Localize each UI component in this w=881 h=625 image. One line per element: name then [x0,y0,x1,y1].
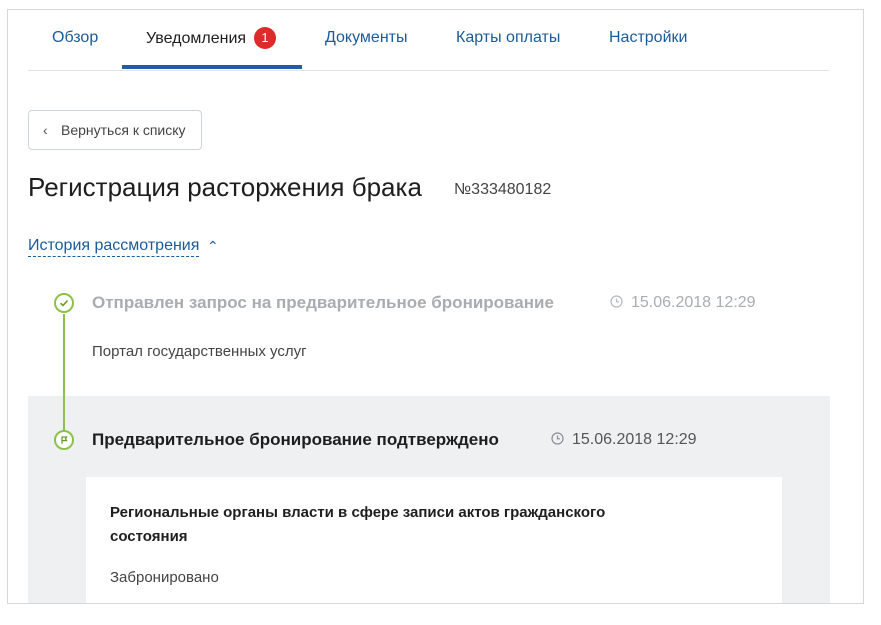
event-timestamp: 15.06.2018 12:29 [551,431,697,450]
back-to-list-button[interactable]: ‹ Вернуться к списку [28,110,202,150]
organization-name: Региональные органы власти в сфере запис… [110,504,606,545]
event-time-text: 15.06.2018 12:29 [572,431,697,448]
event-time-text: 15.06.2018 12:29 [631,294,756,311]
history-toggle-link[interactable]: История рассмотрения [28,236,200,257]
tab-payment-cards[interactable]: Карты оплаты [456,28,560,48]
tab-documents[interactable]: Документы [325,28,407,48]
tab-notifications[interactable]: Уведомления 1 [146,27,277,50]
tab-notifications-label: Уведомления [146,30,247,48]
tab-bar: Обзор Уведомления 1 Документы Карты оплат… [28,10,829,71]
page-frame: Обзор Уведомления 1 Документы Карты оплат… [7,9,864,604]
event-title: Отправлен запрос на предварительное брон… [92,293,554,312]
notification-count-badge: 1 [254,27,277,49]
timeline-line [63,314,65,434]
clock-icon [551,432,564,450]
chevron-left-icon: ‹ [43,122,48,138]
page-title: Регистрация расторжения брака [28,172,422,202]
tab-settings[interactable]: Настройки [609,28,687,48]
tab-overview[interactable]: Обзор [52,28,98,48]
active-tab-indicator [122,65,302,69]
chevron-up-icon[interactable]: ⌃ [207,236,219,256]
event-detail-card: Региональные органы власти в сфере запис… [86,477,782,603]
event-source: Портал государственных услуг [92,343,307,360]
flag-icon [54,430,74,450]
check-icon [54,293,74,313]
booking-status: Забронировано [110,569,219,586]
order-number: №333480182 [454,181,552,198]
clock-icon [610,295,623,313]
event-timestamp: 15.06.2018 12:29 [610,294,756,313]
back-to-list-label: Вернуться к списку [61,122,186,138]
event-title: Предварительное бронирование подтвержден… [92,430,499,449]
